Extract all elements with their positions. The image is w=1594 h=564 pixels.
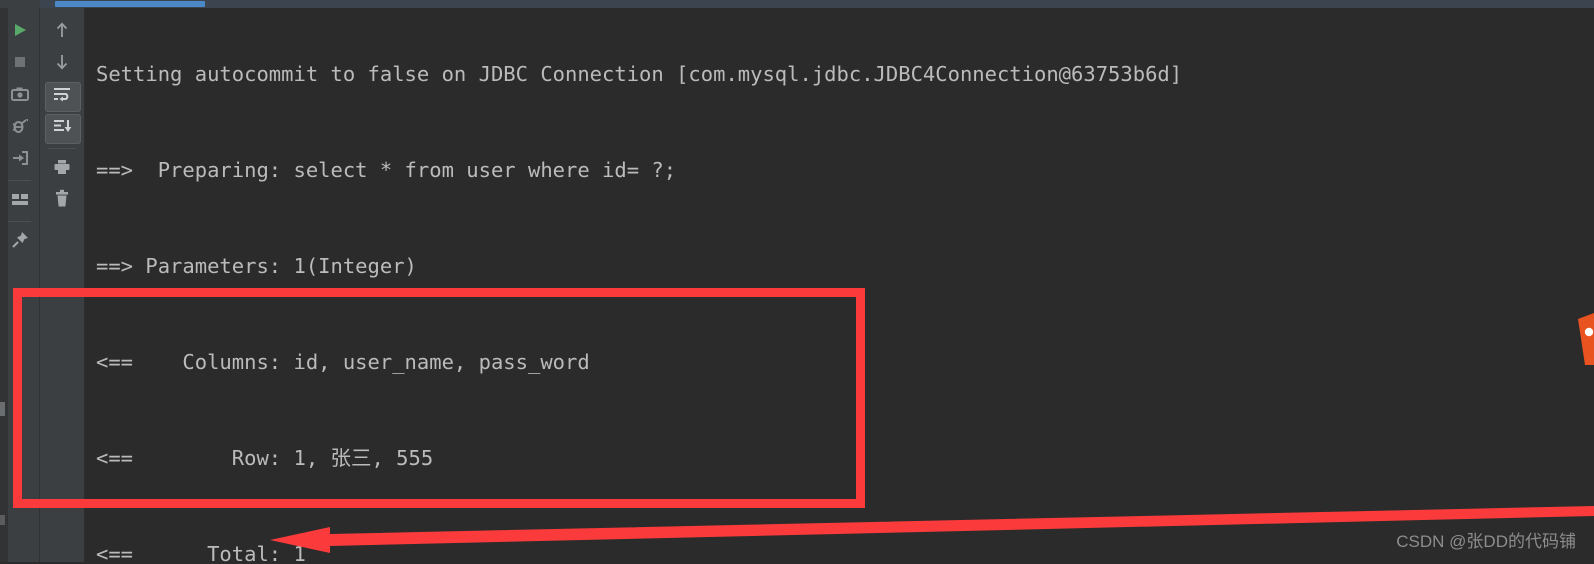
- trash-icon: [53, 189, 71, 213]
- watermark-text: CSDN @张DD的代码铺: [1396, 532, 1576, 551]
- run-toolbar-secondary: [40, 8, 85, 562]
- layout-icon: [10, 191, 30, 211]
- toolbar-divider-1: [8, 180, 31, 181]
- down-button[interactable]: [40, 48, 84, 80]
- log-line: <== Total: 1: [96, 542, 306, 562]
- edge-marker-bottom: [0, 515, 5, 525]
- scroll-to-end-icon: [52, 118, 72, 138]
- stop-icon: [11, 53, 29, 75]
- window-edge-strip: [0, 8, 8, 562]
- log-line: ==> Parameters: 1(Integer): [96, 254, 417, 278]
- toolbar-divider-2: [8, 221, 31, 222]
- up-button[interactable]: [40, 16, 84, 48]
- scroll-to-end-button[interactable]: [40, 112, 84, 144]
- clear-all-button[interactable]: [40, 185, 84, 217]
- log-line: <== Row: 1, 张三, 555: [96, 446, 434, 470]
- print-button[interactable]: [40, 153, 84, 185]
- import-arrow-icon: [10, 149, 30, 171]
- log-line: <== Columns: id, user_name, pass_word: [96, 350, 590, 374]
- camera-icon: [10, 85, 30, 107]
- log-line: ==> Preparing: select * from user where …: [96, 158, 677, 182]
- play-icon: [11, 21, 29, 43]
- console-scrollbar[interactable]: [0, 0, 1594, 8]
- toolbar-divider-3: [48, 148, 76, 149]
- console-output-panel[interactable]: Setting autocommit to false on JDBC Conn…: [85, 8, 1594, 562]
- edge-marker-top: [0, 402, 5, 416]
- bug-icon: [10, 117, 30, 139]
- console-log-lines: Setting autocommit to false on JDBC Conn…: [96, 8, 1182, 562]
- soft-wrap-button[interactable]: [40, 80, 84, 112]
- arrow-down-icon: [53, 52, 71, 76]
- scrollbar-thumb[interactable]: [55, 1, 205, 7]
- error-stripe-marker[interactable]: [1568, 313, 1594, 369]
- log-line: Setting autocommit to false on JDBC Conn…: [96, 62, 1183, 86]
- printer-icon: [52, 158, 72, 180]
- scrollbar-left-cap: [0, 0, 40, 8]
- arrow-up-icon: [53, 20, 71, 44]
- soft-wrap-icon: [52, 86, 72, 106]
- pin-icon: [10, 230, 30, 254]
